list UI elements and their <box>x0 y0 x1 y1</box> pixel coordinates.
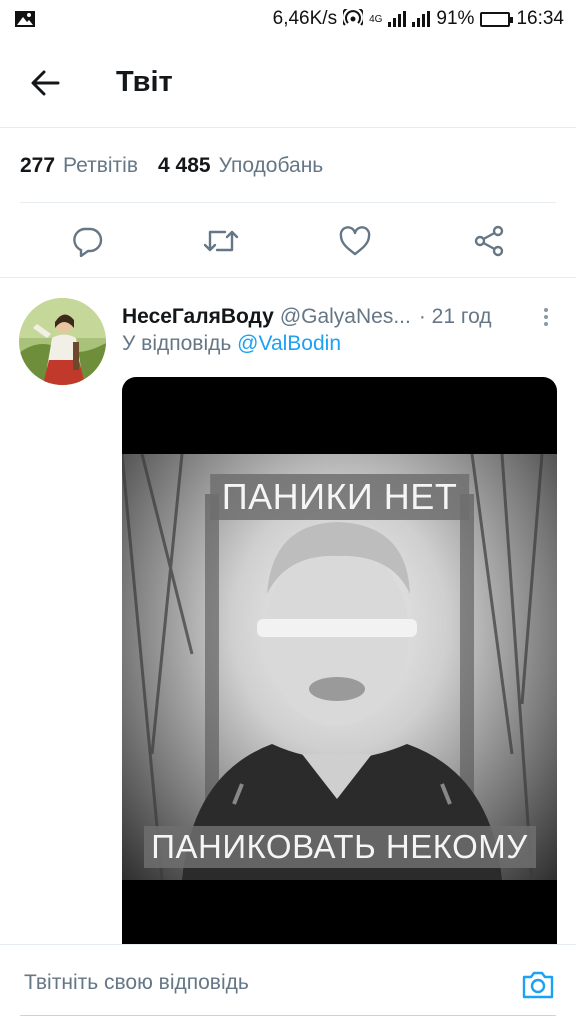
reply-button[interactable] <box>57 211 117 271</box>
network-type: 4G <box>369 13 383 25</box>
avatar[interactable] <box>19 298 106 385</box>
camera-button[interactable] <box>520 967 556 1003</box>
signal-icon <box>388 11 407 27</box>
tweet-image[interactable]: ПАНИКИ НЕТ ПАНИКОВАТЬ НЕКОМУ <box>122 377 557 944</box>
network-speed: 6,46K/s <box>272 8 338 29</box>
header: Твіт <box>0 38 576 128</box>
back-arrow-icon <box>31 70 60 95</box>
battery-percent: 91% <box>436 8 475 29</box>
retweet-icon <box>203 230 239 251</box>
camera-icon <box>522 971 554 999</box>
retweet-button[interactable] <box>191 211 251 271</box>
retweets-label[interactable]: Ретвітів <box>63 154 138 178</box>
photo: ПАНИКИ НЕТ ПАНИКОВАТЬ НЕКОМУ <box>122 454 557 880</box>
reply-input[interactable]: Твітніть свою відповідь <box>24 971 249 995</box>
page-title: Твіт <box>116 66 173 98</box>
like-button[interactable] <box>325 211 385 271</box>
hotspot-icon <box>343 9 364 26</box>
reply-mention[interactable]: @ValBodin <box>237 332 341 355</box>
more-icon <box>544 308 548 326</box>
reply-to: У відповідь @ValBodin <box>122 332 341 356</box>
status-bar: 6,46K/s 4G 91% 16:34 <box>0 0 576 38</box>
author-handle[interactable]: @GalyaNes... <box>280 305 411 329</box>
likes-label[interactable]: Уподобань <box>219 154 324 178</box>
caption-top: ПАНИКИ НЕТ <box>209 474 470 520</box>
battery-icon <box>480 11 514 27</box>
retweets-count[interactable]: 277 <box>20 154 55 178</box>
tweet-stats: 277 Ретвітів 4 485 Уподобань <box>0 130 576 202</box>
reply-tweet[interactable]: НесеГаляВоду @GalyaNes... · 21 год У від… <box>0 280 576 944</box>
tweet-time: · 21 год <box>418 305 492 328</box>
caption-bottom: ПАНИКОВАТЬ НЕКОМУ <box>143 826 536 868</box>
signal-icon-2 <box>412 11 431 27</box>
tweet-actions <box>0 204 576 278</box>
clock: 16:34 <box>516 8 564 29</box>
compose-bar: Твітніть свою відповідь <box>0 944 576 1024</box>
reply-icon <box>73 227 103 257</box>
like-icon <box>339 225 371 255</box>
author-name[interactable]: НесеГаляВоду <box>122 305 274 329</box>
input-underline <box>20 1015 556 1016</box>
back-button[interactable] <box>0 38 90 128</box>
image-icon <box>15 11 35 27</box>
divider <box>20 202 556 203</box>
share-icon <box>474 225 504 256</box>
more-button[interactable] <box>536 302 556 332</box>
likes-count[interactable]: 4 485 <box>158 154 211 178</box>
reply-header: НесеГаляВоду @GalyaNes... · 21 год <box>122 300 546 334</box>
share-button[interactable] <box>459 211 519 271</box>
reply-prefix: У відповідь <box>122 332 232 355</box>
